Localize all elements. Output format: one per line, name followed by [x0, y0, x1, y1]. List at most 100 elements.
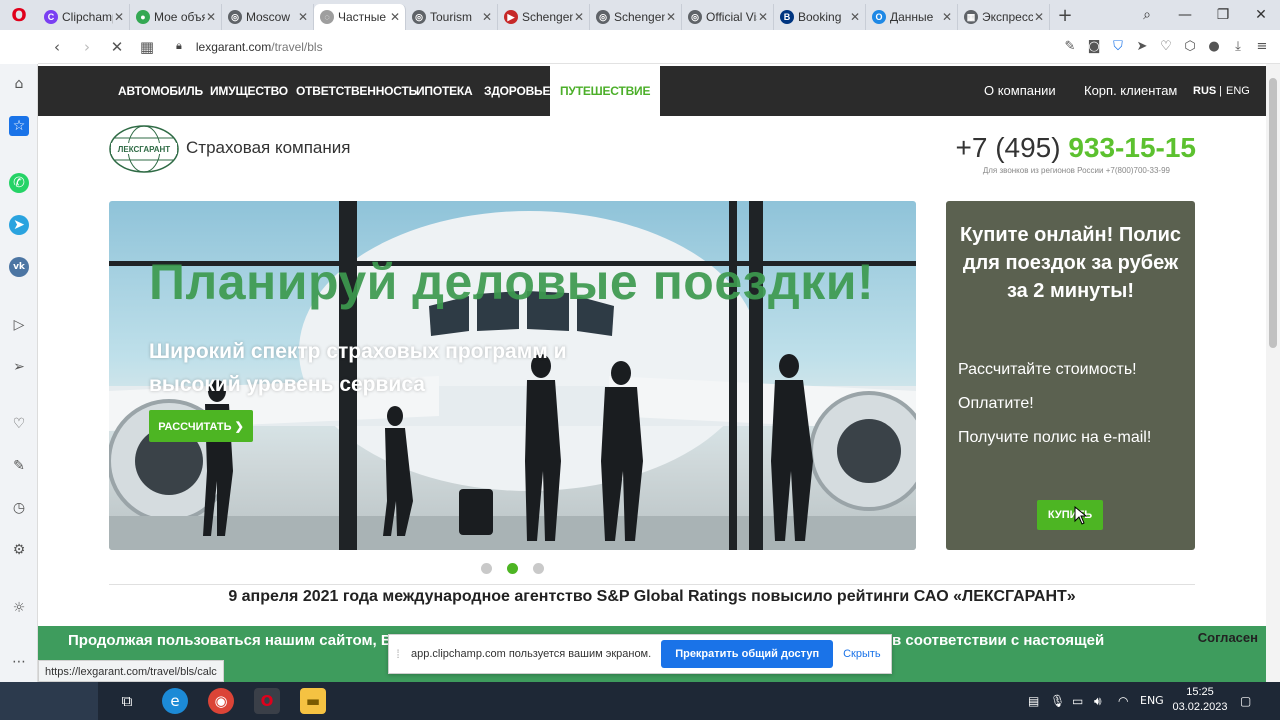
edit-icon[interactable]: ✎ [1058, 39, 1082, 54]
nav-item-auto[interactable]: АВТОМОБИЛЬ [118, 66, 203, 116]
browser-tab[interactable]: B Booking ✕ [774, 4, 866, 30]
nav-about[interactable]: О компании [984, 66, 1056, 116]
microphone-icon[interactable]: 🎙︎ [1050, 682, 1065, 720]
lang-rus[interactable]: RUS [1193, 66, 1216, 116]
send-icon[interactable]: ➤ [1130, 39, 1154, 54]
buy-button[interactable]: КУПИТЬ [1037, 500, 1103, 530]
browser-tab[interactable]: ◎ Schengen ✕ [590, 4, 682, 30]
start-area[interactable] [0, 682, 98, 720]
browser-tab[interactable]: ▶ Schengen ✕ [498, 4, 590, 30]
volume-icon[interactable]: 🔊︎ [1094, 682, 1102, 720]
tab-close-icon[interactable]: ✕ [113, 10, 125, 24]
tab-label: Clipchamp [62, 10, 113, 24]
heart-icon[interactable]: ♡ [1154, 39, 1178, 54]
browser-tab[interactable]: ◌ Частные ✕ [314, 4, 406, 30]
camera-icon[interactable]: ◙ [1082, 39, 1106, 54]
menu-icon[interactable]: ≡ [1250, 39, 1274, 54]
slider-dot-3[interactable] [533, 563, 544, 574]
battery-icon[interactable]: ▭ [1072, 682, 1083, 720]
phone-number[interactable]: +7 (495) 933-15-15 [955, 132, 1196, 164]
news-ticker[interactable]: 9 апреля 2021 года международное агентст… [38, 588, 1266, 606]
browser-tab[interactable]: ▦ Экспресс ✕ [958, 4, 1050, 30]
vpn-shield-icon[interactable]: ⛉ [1106, 39, 1130, 54]
browser-tab[interactable]: ◎ Official Visa✕ [682, 4, 774, 30]
player-icon[interactable]: ▷ [9, 315, 29, 335]
browser-tab[interactable]: C Clipchamp✕ [38, 4, 130, 30]
tab-close-icon[interactable]: ✕ [757, 10, 769, 24]
lang-eng[interactable]: ENG [1226, 66, 1250, 116]
input-language[interactable]: ENG [1140, 682, 1164, 720]
back-icon[interactable]: ‹ [42, 38, 72, 56]
tab-close-icon[interactable]: ✕ [389, 10, 401, 24]
minimize-icon[interactable]: — [1166, 7, 1204, 23]
close-window-icon[interactable]: ✕ [1242, 7, 1280, 23]
system-clock[interactable]: 15:25 03.02.2023 [1172, 685, 1228, 715]
new-tab-icon[interactable]: + [1052, 2, 1078, 28]
chrome-icon[interactable]: ◉ [208, 688, 234, 714]
tab-close-icon[interactable]: ✕ [665, 10, 677, 24]
profile-avatar-icon[interactable]: ● [1202, 39, 1226, 54]
opera-taskbar-icon[interactable]: O [254, 688, 280, 714]
tabs-grid-icon[interactable]: ▦ [132, 38, 162, 56]
slider-dot-2[interactable] [507, 563, 518, 574]
nav-item-mortgage[interactable]: ИПОТЕКА [416, 66, 473, 116]
company-logo[interactable]: ЛЕКСГАРАНТ [108, 124, 180, 174]
opera-menu-icon[interactable]: O [0, 0, 38, 30]
page-scrollbar[interactable] [1266, 64, 1280, 682]
hide-share-bar-button[interactable]: Скрыть [843, 648, 881, 660]
favorites-heart-icon[interactable]: ♡ [9, 414, 29, 434]
pinboard-icon[interactable]: ✎ [9, 456, 29, 476]
telegram-icon[interactable]: ➤ [9, 215, 29, 235]
wifi-icon[interactable]: ◠ [1118, 682, 1128, 720]
nav-item-health[interactable]: ЗДОРОВЬЕ [484, 66, 550, 116]
search-tabs-icon[interactable]: ⌕ [1128, 7, 1166, 23]
tab-close-icon[interactable]: ✕ [849, 10, 861, 24]
notifications-icon[interactable]: ▢ [1240, 682, 1251, 720]
url-field[interactable]: 🔒︎ lexgarant.com/travel/bls [176, 40, 323, 54]
tab-favicon-icon: ▶ [504, 10, 518, 24]
settings-gear-icon[interactable]: ⚙ [9, 540, 29, 560]
nav-item-liability[interactable]: ОТВЕТСТВЕННОСТЬ [296, 66, 417, 116]
tips-lightbulb-icon[interactable]: ☼ [9, 598, 29, 618]
bookmarks-star-icon[interactable]: ☆ [9, 116, 29, 136]
tab-close-icon[interactable]: ✕ [573, 10, 585, 24]
nav-corporate[interactable]: Корп. клиентам [1084, 66, 1177, 116]
address-bar: ‹ › ✕ ▦ 🔒︎ lexgarant.com/travel/bls ✎ ◙ … [38, 30, 1280, 64]
tab-favicon-icon: ◎ [412, 10, 426, 24]
forward-icon[interactable]: › [72, 38, 102, 56]
stop-loading-icon[interactable]: ✕ [102, 38, 132, 56]
browser-tab[interactable]: ◎ Moscow ✕ [222, 4, 314, 30]
cookie-agree-button[interactable]: Согласен [1198, 630, 1258, 645]
tab-label: Данные [890, 10, 934, 24]
task-view-icon[interactable]: ⧉ [114, 688, 140, 714]
browser-tab[interactable]: ● Мое объявление✕ [130, 4, 222, 30]
home-icon[interactable]: ⌂ [9, 74, 29, 94]
extensions-cube-icon[interactable]: ⬡ [1178, 39, 1202, 54]
whatsapp-icon[interactable]: ✆ [9, 173, 29, 193]
download-icon[interactable]: ⤓ [1226, 39, 1250, 54]
browser-tab[interactable]: O Данные ✕ [866, 4, 958, 30]
tab-close-icon[interactable]: ✕ [481, 10, 493, 24]
more-icon[interactable]: ⋯ [9, 652, 29, 672]
tray-overflow-icon[interactable]: ▤ [1028, 682, 1039, 720]
browser-tab[interactable]: ◎ Tourism ✕ [406, 4, 498, 30]
scrollbar-thumb[interactable] [1269, 78, 1277, 348]
vk-icon[interactable]: vk [9, 257, 29, 277]
tab-close-icon[interactable]: ✕ [1033, 10, 1045, 24]
send-flow-icon[interactable]: ➢ [9, 357, 29, 377]
slider-dot-1[interactable] [481, 563, 492, 574]
tab-close-icon[interactable]: ✕ [297, 10, 309, 24]
history-icon[interactable]: ◷ [9, 498, 29, 518]
nav-item-travel[interactable]: ПУТЕШЕСТВИЕ [550, 66, 661, 116]
lock-icon[interactable]: 🔒︎ [176, 40, 182, 53]
maximize-icon[interactable]: ❐ [1204, 7, 1242, 23]
edge-icon[interactable]: e [162, 688, 188, 714]
stop-sharing-button[interactable]: Прекратить общий доступ [661, 640, 834, 668]
file-explorer-icon[interactable]: ▬ [300, 688, 326, 714]
drag-handle-icon[interactable]: ⁞ [389, 647, 407, 661]
tab-close-icon[interactable]: ✕ [941, 10, 953, 24]
tab-close-icon[interactable]: ✕ [205, 10, 217, 24]
calculate-button[interactable]: РАССЧИТАТЬ ❯ [149, 410, 253, 442]
nav-item-property[interactable]: ИМУЩЕСТВО [210, 66, 288, 116]
opera-sidebar: ⌂ ☆ ✆ ➤ vk ▷ ➢ ♡ ✎ ◷ ⚙ ☼ ⋯ [0, 64, 38, 682]
